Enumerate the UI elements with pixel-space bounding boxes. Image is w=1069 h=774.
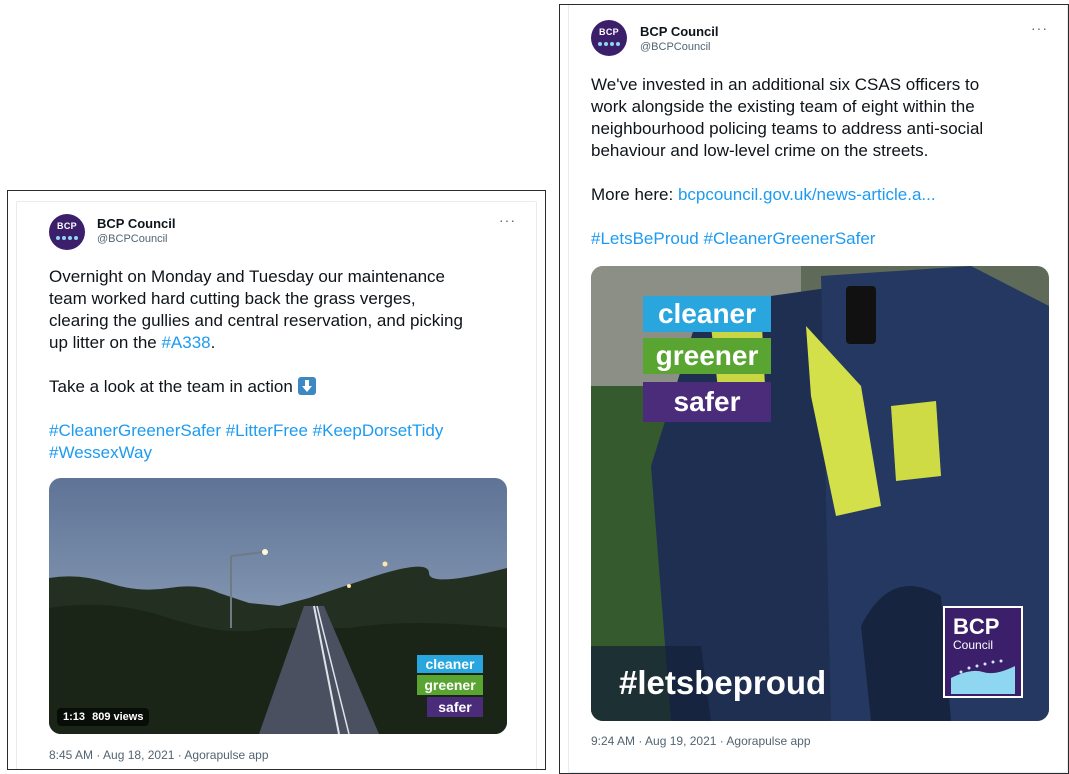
account-name[interactable]: BCP Council	[97, 216, 176, 231]
down-arrow-icon	[297, 377, 316, 395]
text-line: Overnight on Monday and Tuesday our main…	[49, 267, 445, 286]
hashtag-line: #WessexWay	[49, 442, 529, 464]
text-span: Take a look at the team in action	[49, 377, 293, 396]
logo-greener: greener	[417, 675, 483, 695]
logo-cleaner: cleaner	[643, 296, 771, 332]
left-tweet-frame: BCP BCP Council @BCPCouncil ··· Overnigh…	[7, 190, 546, 770]
video-duration: 1:13	[63, 711, 86, 723]
video-stats-badge: 1:13 809 views	[57, 708, 150, 726]
hashtag-link[interactable]: #CleanerGreenerSafer	[703, 229, 875, 248]
logo-safer: safer	[643, 382, 771, 422]
left-tweet-card: BCP BCP Council @BCPCouncil ··· Overnigh…	[16, 201, 537, 769]
text-span: .	[210, 333, 216, 352]
video-player[interactable]: 1:13 809 views cleaner greener safer	[49, 478, 507, 734]
avatar-text: BCP	[599, 27, 619, 37]
tweet-text: We've invested in an additional six CSAS…	[591, 74, 1061, 250]
text-line: work alongside the existing team of eigh…	[591, 97, 975, 116]
tweet-text: Overnight on Monday and Tuesday our main…	[49, 266, 529, 464]
logo-cleaner: cleaner	[417, 655, 483, 673]
text-span: More here:	[591, 185, 678, 204]
article-link[interactable]: bcpcouncil.gov.uk/news-article.a...	[678, 185, 936, 204]
hashtag-line: #LetsBeProud #CleanerGreenerSafer	[591, 228, 1061, 250]
hashtag-link[interactable]: #KeepDorsetTidy	[313, 421, 444, 440]
text-line: up litter on the #A338.	[49, 332, 529, 354]
logo-greener: greener	[643, 338, 771, 374]
more-options-icon[interactable]: ···	[499, 212, 516, 228]
hashtag-link[interactable]: #LitterFree	[226, 421, 308, 440]
account-handle[interactable]: @BCPCouncil	[640, 41, 710, 53]
text-line: team worked hard cutting back the grass …	[49, 289, 416, 308]
text-line: behaviour and low-level crime on the str…	[591, 141, 929, 160]
left-avatar[interactable]: BCP	[49, 214, 85, 250]
account-name[interactable]: BCP Council	[640, 24, 719, 39]
avatar-dots	[598, 40, 620, 48]
campaign-hashtag-overlay: #letsbeproud	[619, 664, 827, 701]
text-line: Take a look at the team in action	[49, 376, 529, 398]
text-line: We've invested in an additional six CSAS…	[591, 75, 980, 94]
hashtag-link[interactable]: #WessexWay	[49, 443, 152, 462]
avatar-text: BCP	[57, 221, 77, 231]
bcp-logo-title: BCP	[953, 614, 1000, 639]
tweet-image[interactable]: cleaner greener safer #letsbeproud BCP C…	[591, 266, 1049, 721]
text-span: up litter on the	[49, 333, 162, 352]
tweet-timestamp[interactable]: 9:24 AM · Aug 19, 2021 · Agorapulse app	[591, 734, 811, 748]
bcp-logo-dots	[951, 659, 1015, 694]
hashtag-link[interactable]: #A338	[161, 333, 210, 352]
text-line: neighbourhood policing teams to address …	[591, 119, 984, 138]
logo-safer: safer	[427, 697, 483, 717]
right-avatar[interactable]: BCP	[591, 20, 627, 56]
hashtag-line: #CleanerGreenerSafer #LitterFree #KeepDo…	[49, 420, 529, 442]
bcp-council-logo: BCP Council	[943, 606, 1023, 698]
text-line: More here: bcpcouncil.gov.uk/news-articl…	[591, 184, 1061, 206]
avatar-dots	[56, 234, 78, 242]
hashtag-link[interactable]: #LetsBeProud	[591, 229, 699, 248]
more-options-icon[interactable]: ···	[1031, 20, 1048, 36]
bcp-logo-subtitle: Council	[953, 638, 994, 652]
text-line: clearing the gullies and central reserva…	[49, 311, 463, 330]
campaign-logo: cleaner greener safer	[417, 655, 483, 717]
video-views: 809 views	[92, 711, 144, 723]
campaign-logo: cleaner greener safer	[643, 296, 771, 424]
right-tweet-frame: BCP BCP Council @BCPCouncil ··· We've in…	[559, 4, 1069, 774]
hashtag-link[interactable]: #CleanerGreenerSafer	[49, 421, 221, 440]
account-handle[interactable]: @BCPCouncil	[97, 233, 167, 245]
right-tweet-card: BCP BCP Council @BCPCouncil ··· We've in…	[568, 5, 1068, 773]
